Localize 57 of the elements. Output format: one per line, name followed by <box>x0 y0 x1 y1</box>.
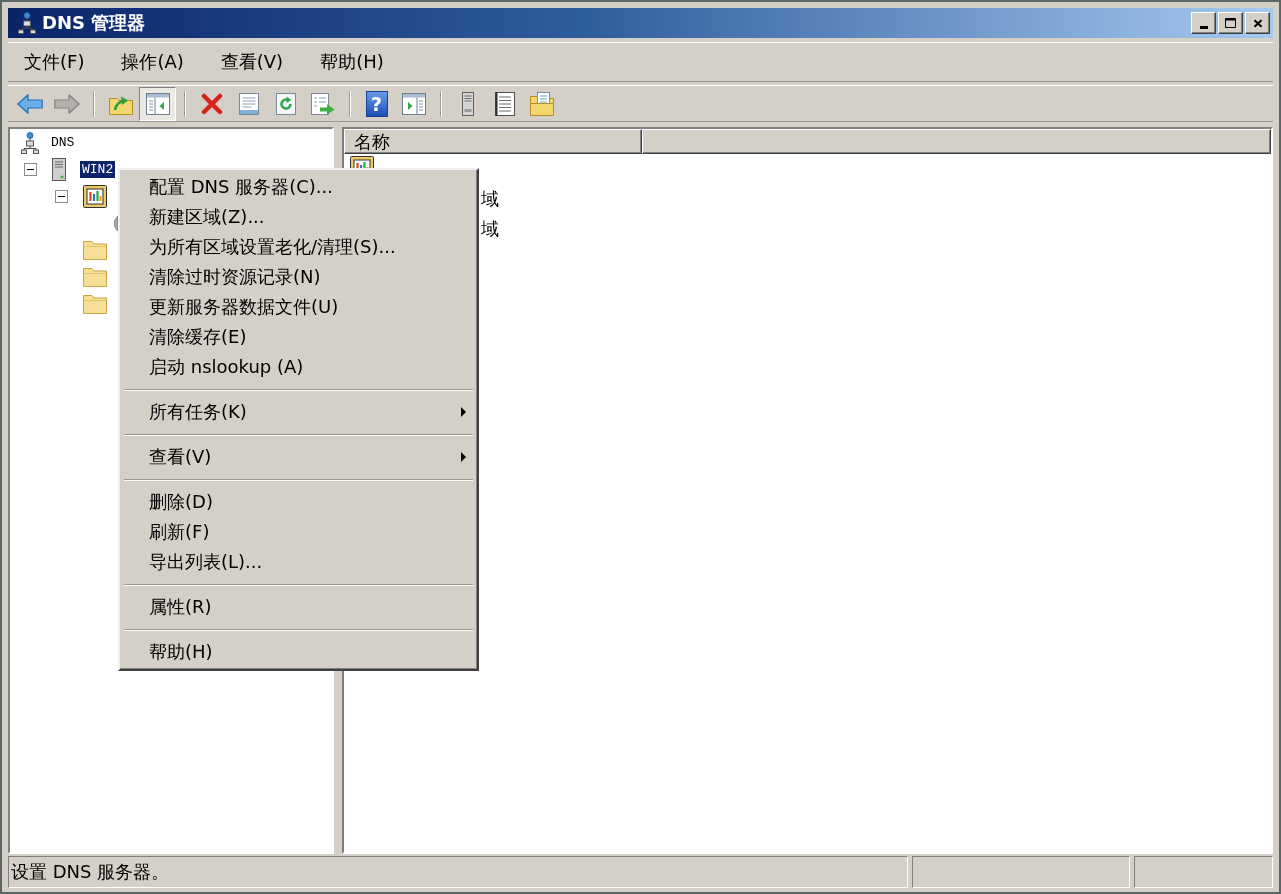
refresh-icon <box>275 92 296 115</box>
status-text: 设置 DNS 服务器。 <box>11 860 170 884</box>
menu-item[interactable]: 为所有区域设置老化/清理(S)... <box>122 232 475 262</box>
maximize-button[interactable] <box>1218 12 1243 34</box>
menu-bar-item[interactable]: 文件(F) <box>16 46 93 78</box>
menu-bar-item[interactable]: 查看(V) <box>212 46 292 78</box>
submenu-item[interactable]: 所有任务(K) <box>122 397 475 427</box>
console-tree-button[interactable] <box>139 86 176 121</box>
left-arrow-icon <box>16 93 43 114</box>
menu-item[interactable]: 属性(R) <box>122 592 475 622</box>
menu-item[interactable]: 删除(D) <box>122 487 475 517</box>
menu-bar-item[interactable]: 帮助(H) <box>312 46 392 78</box>
collapse-icon[interactable] <box>24 163 37 176</box>
log-book-icon <box>350 156 374 168</box>
minimize-button[interactable] <box>1191 12 1216 34</box>
menu-item[interactable]: 清除缓存(E) <box>122 322 475 352</box>
close-icon <box>1252 18 1263 28</box>
submenu-arrow-icon <box>461 452 466 462</box>
column-header[interactable]: 名称 <box>344 129 642 154</box>
menu-item[interactable]: 更新服务器数据文件(U) <box>122 292 475 322</box>
submenu-arrow-icon <box>461 407 466 417</box>
collapse-icon[interactable] <box>55 190 68 203</box>
column-header[interactable] <box>642 129 1271 154</box>
window-title: DNS 管理器 <box>42 11 146 35</box>
menu-item[interactable]: 导出列表(L)... <box>122 547 475 577</box>
close-button[interactable] <box>1245 12 1270 34</box>
network-icon <box>21 131 39 154</box>
document-arrow-icon <box>310 92 335 115</box>
window-right-pane-icon <box>401 92 426 115</box>
folder-icon[interactable] <box>83 295 107 314</box>
network-icon <box>18 12 36 34</box>
list-cell[interactable]: 域 <box>481 187 499 211</box>
list-cell[interactable]: 域 <box>481 217 499 241</box>
menu-item[interactable]: 新建区域(Z)... <box>122 202 475 232</box>
server-icon <box>461 91 474 116</box>
delete-icon <box>200 92 223 115</box>
menu-item[interactable]: 清除过时资源记录(N) <box>122 262 475 292</box>
tree-item[interactable]: WIN2 <box>80 161 116 178</box>
document-icon <box>238 92 259 115</box>
submenu-item[interactable]: 查看(V) <box>122 442 475 472</box>
minimize-icon <box>1199 26 1208 29</box>
help-button[interactable]: ? <box>365 90 388 117</box>
folder-icon[interactable] <box>83 268 107 287</box>
window-left-pane-icon <box>145 92 170 115</box>
maximize-icon <box>1225 18 1236 28</box>
menu-bar-item[interactable]: 操作(A) <box>113 46 192 78</box>
folder-document-icon <box>529 91 554 116</box>
server-icon <box>52 158 66 181</box>
tree-item[interactable]: DNS <box>49 134 77 151</box>
log-book-icon[interactable] <box>83 185 107 208</box>
right-arrow-icon <box>53 93 80 114</box>
folder-icon[interactable] <box>83 241 107 260</box>
menu-item[interactable]: 刷新(F) <box>122 517 475 547</box>
menu-item[interactable]: 启动 nslookup (A) <box>122 352 475 382</box>
list-icon <box>494 91 515 116</box>
menu-item[interactable]: 帮助(H) <box>122 637 475 667</box>
menu-item[interactable]: 配置 DNS 服务器(C)... <box>122 172 475 202</box>
